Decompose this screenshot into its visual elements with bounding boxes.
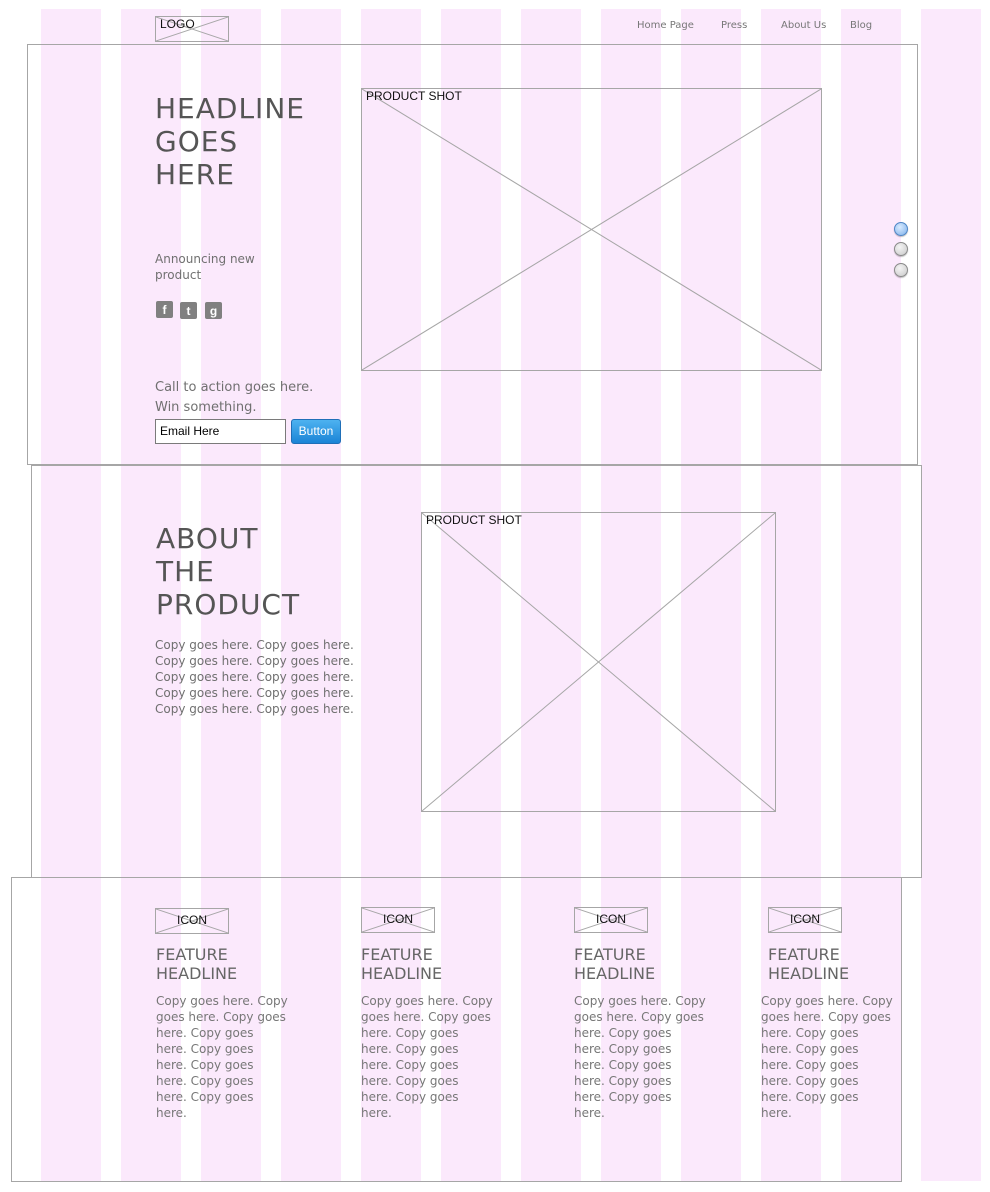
feature-headline: FEATURE HEADLINE	[574, 945, 656, 983]
about-product-shot: PRODUCT SHOT	[421, 512, 776, 812]
twitter-icon[interactable]: t	[180, 302, 197, 319]
feature-copy: Copy goes here. Copy goes here. Copy goe…	[761, 994, 893, 1120]
feature-headline: FEATURE HEADLINE	[156, 945, 238, 983]
feature-icon-placeholder: ICON	[768, 907, 842, 933]
google-plus-icon[interactable]: g	[205, 302, 222, 319]
product-shot-label: PRODUCT SHOT	[366, 89, 462, 103]
hero-headline: HEADLINE GOES HERE	[155, 92, 305, 191]
cta-subtext: Win something.	[155, 400, 257, 415]
logo-placeholder[interactable]: LOGO	[155, 16, 229, 42]
nav-blog[interactable]: Blog	[850, 20, 872, 31]
feature-headline: FEATURE HEADLINE	[361, 945, 443, 983]
announcement-text: Announcing new product	[155, 252, 255, 282]
nav-press[interactable]: Press	[721, 20, 747, 31]
feature-icon-placeholder: ICON	[361, 907, 435, 933]
icon-label: ICON	[177, 913, 207, 927]
facebook-icon[interactable]: f	[156, 301, 173, 318]
icon-label: ICON	[596, 912, 626, 926]
grid-column	[921, 9, 981, 1181]
logo-label: LOGO	[160, 17, 195, 31]
about-headline: ABOUT THE PRODUCT	[156, 522, 301, 621]
feature-copy: Copy goes here. Copy goes here. Copy goe…	[361, 994, 493, 1120]
cta-text: Call to action goes here.	[155, 380, 314, 395]
carousel-dot-2[interactable]	[894, 242, 908, 256]
feature-copy: Copy goes here. Copy goes here. Copy goe…	[156, 994, 288, 1120]
product-shot-label: PRODUCT SHOT	[426, 513, 522, 527]
feature-headline: FEATURE HEADLINE	[768, 945, 850, 983]
submit-button[interactable]: Button	[291, 419, 341, 444]
feature-icon-placeholder: ICON	[574, 907, 648, 933]
email-field[interactable]: Email Here	[155, 419, 286, 444]
carousel-dot-3[interactable]	[894, 263, 908, 277]
nav-about-us[interactable]: About Us	[781, 20, 826, 31]
hero-product-shot: PRODUCT SHOT	[361, 88, 822, 371]
about-copy: Copy goes here. Copy goes here. Copy goe…	[155, 638, 354, 716]
feature-icon-placeholder: ICON	[155, 908, 229, 934]
nav-home-page[interactable]: Home Page	[637, 20, 694, 31]
carousel-dot-1[interactable]	[894, 222, 908, 236]
icon-label: ICON	[790, 912, 820, 926]
icon-label: ICON	[383, 912, 413, 926]
feature-copy: Copy goes here. Copy goes here. Copy goe…	[574, 994, 706, 1120]
